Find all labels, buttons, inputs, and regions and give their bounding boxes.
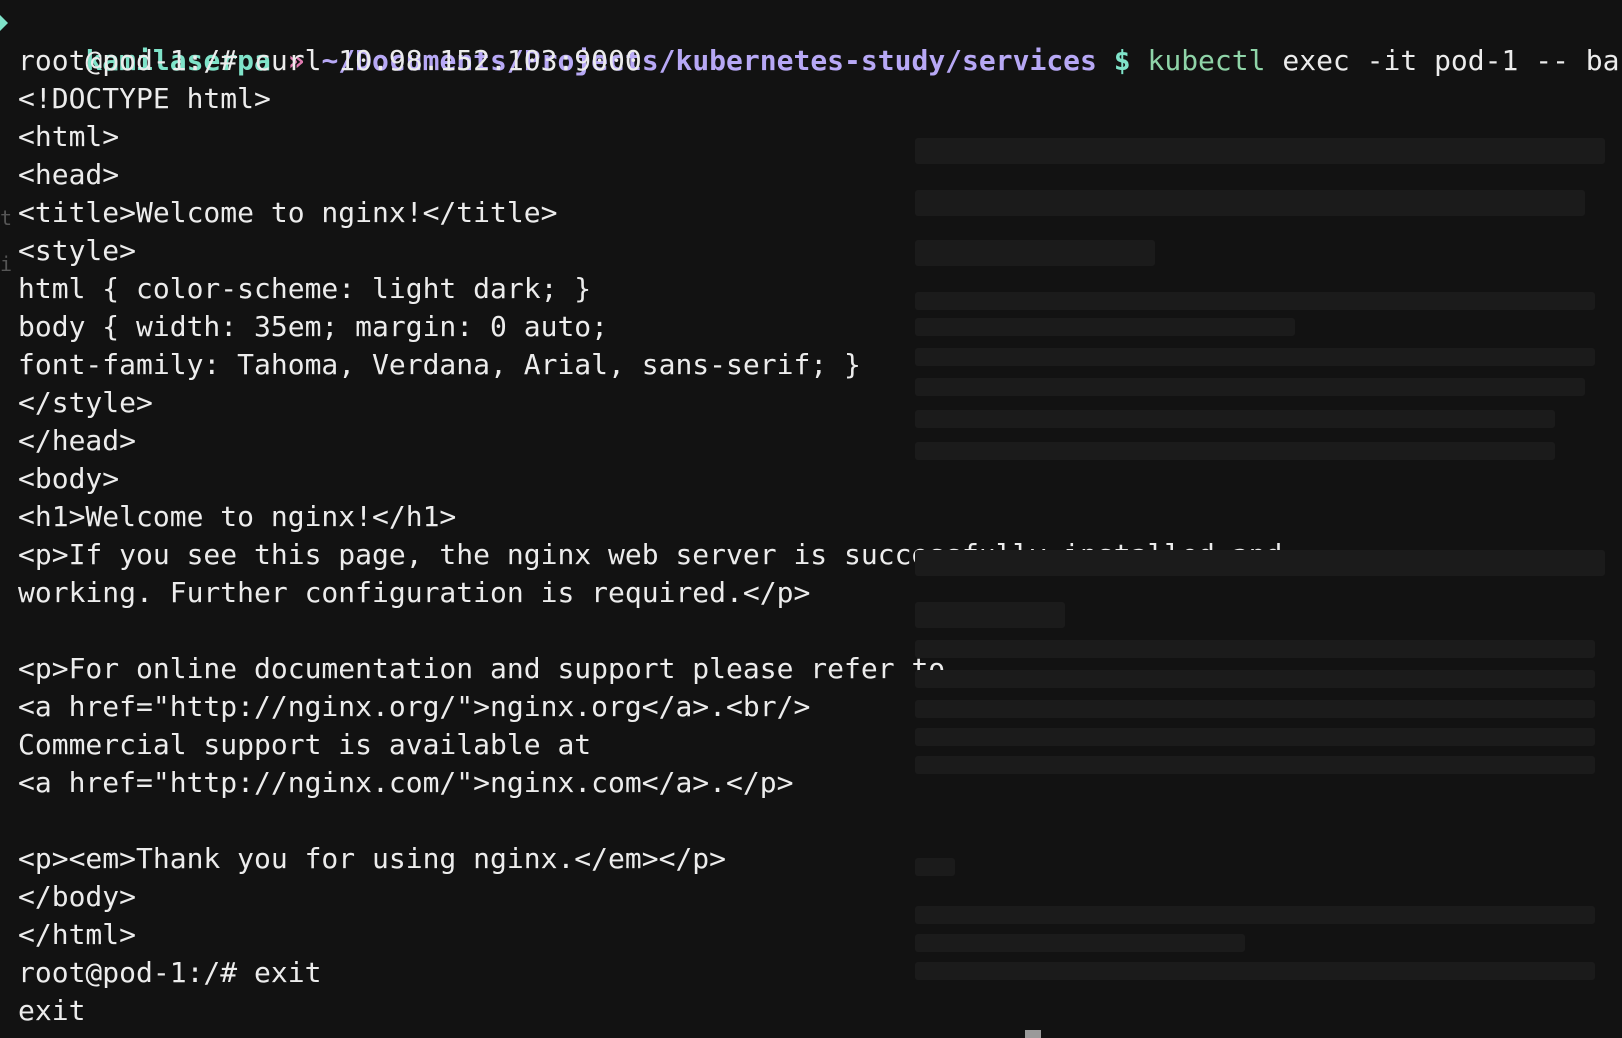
output-line: working. Further configuration is requir… <box>18 576 811 609</box>
output-line: <head> <box>18 158 120 191</box>
output-line: root@pod-1:/# exit <box>18 956 322 989</box>
output-line: <h1>Welcome to nginx!</h1> <box>18 500 457 533</box>
output-line: <title>Welcome to nginx!</title> <box>18 196 558 229</box>
output-line: font-family: Tahoma, Verdana, Arial, san… <box>18 348 861 381</box>
output-line: <p>For online documentation and support … <box>18 652 946 685</box>
command-args: exec -it pod-1 -- bash <box>1282 44 1622 77</box>
output-line: <p><em>Thank you for using nginx.</em></… <box>18 842 727 875</box>
output-line: body { width: 35em; margin: 0 auto; <box>18 310 609 343</box>
output-line: </html> <box>18 918 137 951</box>
edge-fragment: i <box>0 252 13 276</box>
output-line: <p>If you see this page, the nginx web s… <box>18 538 1283 571</box>
output-line: </head> <box>18 424 137 457</box>
edge-fragment: t <box>0 206 13 230</box>
output-line: <html> <box>18 120 120 153</box>
output-line: </style> <box>18 386 153 419</box>
terminal-window[interactable]: kamilaserpa » ~/Documents/Projects/kuber… <box>0 0 1622 1038</box>
output-line: <!DOCTYPE html> <box>18 82 271 115</box>
text-cursor <box>1025 1030 1041 1038</box>
output-line: html { color-scheme: light dark; } <box>18 272 592 305</box>
output-line: <a href="http://nginx.org/">nginx.org</a… <box>18 690 811 723</box>
output-line: exit <box>18 994 86 1027</box>
output-line: <body> <box>18 462 120 495</box>
output-line: </body> <box>18 880 137 913</box>
prompt-dollar: $ <box>1113 44 1131 77</box>
output-line: root@pod-1:/# curl 10.98.152.103:9000 <box>18 44 642 77</box>
output-line: Commercial support is available at <box>18 728 592 761</box>
output-line: <style> <box>18 234 137 267</box>
prompt-caret-icon <box>0 15 8 31</box>
output-line: <a href="http://nginx.com/">nginx.com</a… <box>18 766 794 799</box>
command-name: kubectl <box>1147 44 1266 77</box>
prompt-line: kamilaserpa » ~/Documents/Projects/kuber… <box>0 4 1622 77</box>
